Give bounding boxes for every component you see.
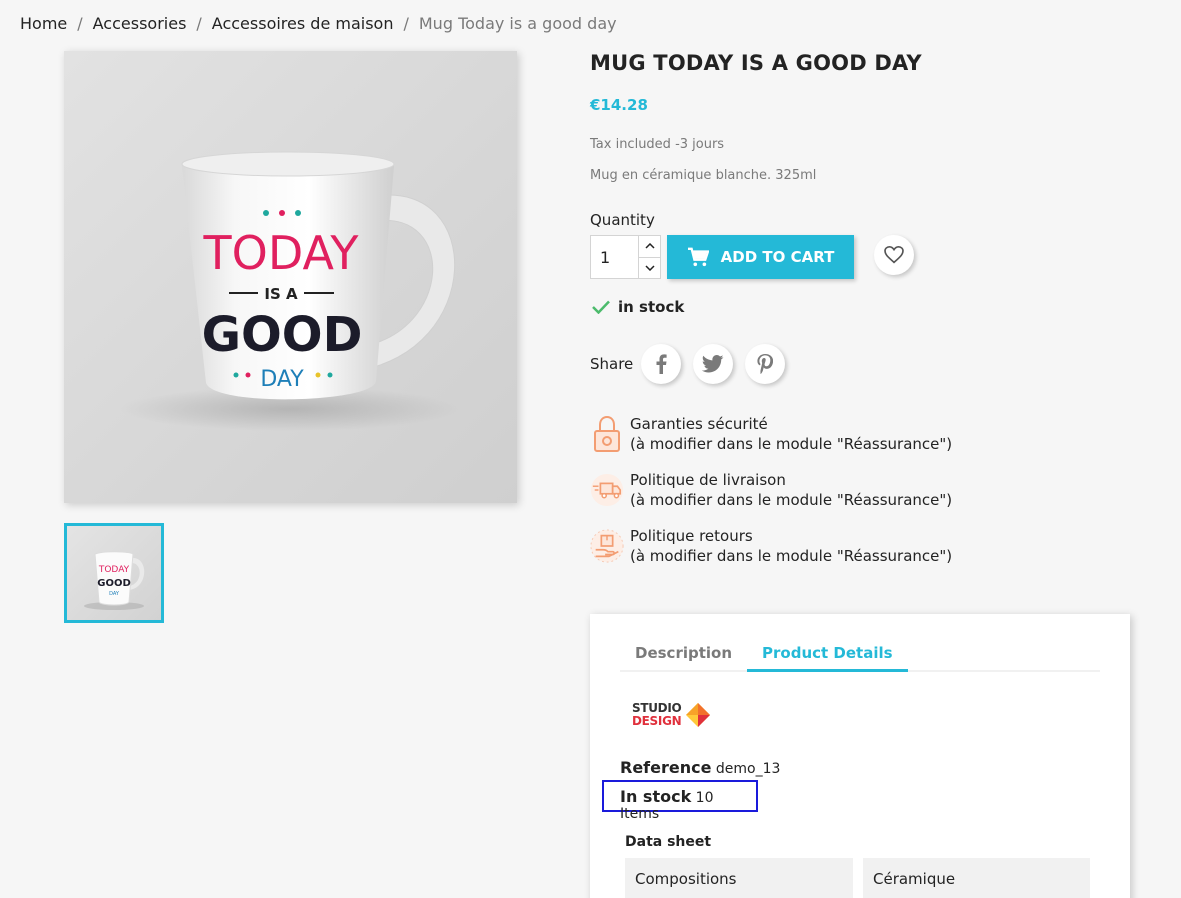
datasheet-row: Compositions Céramique	[625, 858, 1090, 898]
chevron-up-icon	[644, 243, 655, 249]
wishlist-button[interactable]	[874, 235, 914, 275]
share-facebook-button[interactable]	[641, 344, 682, 384]
thumb-text-good: GOOD	[97, 578, 131, 589]
mug-text-day: DAY	[260, 367, 304, 392]
facebook-icon	[656, 354, 667, 374]
stock-status-label: in stock	[618, 298, 685, 316]
brand-logo-line2: DESIGN	[632, 714, 682, 728]
datasheet-feature-value: Céramique	[863, 858, 1090, 898]
check-icon	[592, 300, 610, 314]
product-thumbnail[interactable]: TODAY GOOD DAY	[64, 523, 164, 623]
share-twitter-button[interactable]	[693, 344, 734, 384]
product-tabs-card: Description Product Details STUDIO DESIG…	[590, 614, 1130, 898]
brand-logo-text: STUDIO DESIGN	[632, 702, 682, 728]
breadcrumb-separator: /	[77, 14, 83, 33]
return-box-icon	[590, 526, 624, 566]
share-section: Share	[590, 344, 797, 384]
breadcrumb-separator: /	[196, 14, 202, 33]
add-to-cart-label: ADD TO CART	[720, 248, 835, 266]
mug-thumbnail-illustration: TODAY GOOD DAY	[84, 551, 145, 610]
reassurance-subtitle: (à modifier dans le module "Réassurance"…	[630, 491, 953, 509]
reference-value: demo_13	[715, 761, 781, 777]
quantity-up-button[interactable]	[639, 236, 660, 258]
reassurance-title: Garanties sécurité	[630, 415, 768, 433]
quantity-down-button[interactable]	[639, 258, 660, 279]
tab-product-details[interactable]: Product Details	[747, 640, 908, 672]
breadcrumb-home[interactable]: Home	[20, 14, 67, 33]
product-title: MUG TODAY IS A GOOD DAY	[590, 51, 922, 75]
chevron-down-icon	[644, 265, 655, 271]
heart-icon	[884, 246, 904, 264]
thumb-text-day: DAY	[109, 591, 120, 597]
share-label: Share	[590, 355, 634, 373]
cart-icon	[687, 247, 709, 267]
breadcrumb: Home / Accessories / Accessoires de mais…	[20, 14, 617, 33]
truck-icon	[590, 470, 624, 510]
reassurance-subtitle: (à modifier dans le module "Réassurance"…	[630, 547, 953, 565]
reassurance-title: Politique de livraison	[630, 471, 786, 489]
brand-diamond-icon	[686, 703, 711, 727]
twitter-icon	[702, 355, 724, 373]
pinterest-icon	[757, 354, 774, 374]
mug-text-today: TODAY	[203, 226, 360, 280]
reassurance-item-security: Garanties sécurité (à modifier dans le m…	[590, 414, 952, 454]
reassurance-item-returns: Politique retours (à modifier dans le mo…	[590, 526, 952, 566]
breadcrumb-accessories[interactable]: Accessories	[93, 14, 187, 33]
tax-note: Tax included -3 jours	[590, 137, 725, 152]
quantity-arrows	[639, 236, 660, 278]
breadcrumb-separator: /	[403, 14, 409, 33]
instock-label: In stock	[620, 787, 692, 806]
brand-logo[interactable]: STUDIO DESIGN	[632, 702, 711, 728]
product-tabs: Description Product Details	[620, 640, 1100, 672]
reference-label: Reference	[620, 758, 712, 777]
product-main-image[interactable]: TODAY IS A GOOD DAY	[64, 51, 517, 503]
mug-illustration: TODAY IS A GOOD DAY	[120, 151, 460, 431]
breadcrumb-home-accessories[interactable]: Accessoires de maison	[212, 14, 394, 33]
short-description: Mug en céramique blanche. 325ml	[590, 168, 817, 183]
mug-text-good: GOOD	[202, 307, 363, 363]
quantity-input[interactable]	[591, 236, 639, 278]
datasheet-feature-name: Compositions	[625, 858, 853, 898]
reassurance-subtitle: (à modifier dans le module "Réassurance"…	[630, 435, 953, 453]
reassurance-item-shipping: Politique de livraison (à modifier dans …	[590, 470, 952, 510]
quantity-stepper	[590, 235, 661, 279]
thumb-text-today: TODAY	[98, 565, 130, 575]
stock-status: in stock	[592, 298, 684, 316]
product-price: €14.28	[590, 96, 648, 114]
product-quantity-highlight: In stock 10 Items	[602, 780, 758, 822]
datasheet-title: Data sheet	[625, 834, 712, 850]
breadcrumb-current: Mug Today is a good day	[418, 14, 617, 33]
add-to-cart-button[interactable]: ADD TO CART	[667, 235, 854, 279]
product-reference: Reference demo_13	[620, 758, 780, 777]
mug-text-is-a: IS A	[264, 285, 298, 303]
share-pinterest-button[interactable]	[745, 344, 786, 384]
quantity-label: Quantity	[590, 211, 655, 229]
tab-description[interactable]: Description	[620, 640, 747, 672]
lock-icon	[590, 414, 624, 454]
reassurance-title: Politique retours	[630, 527, 753, 545]
